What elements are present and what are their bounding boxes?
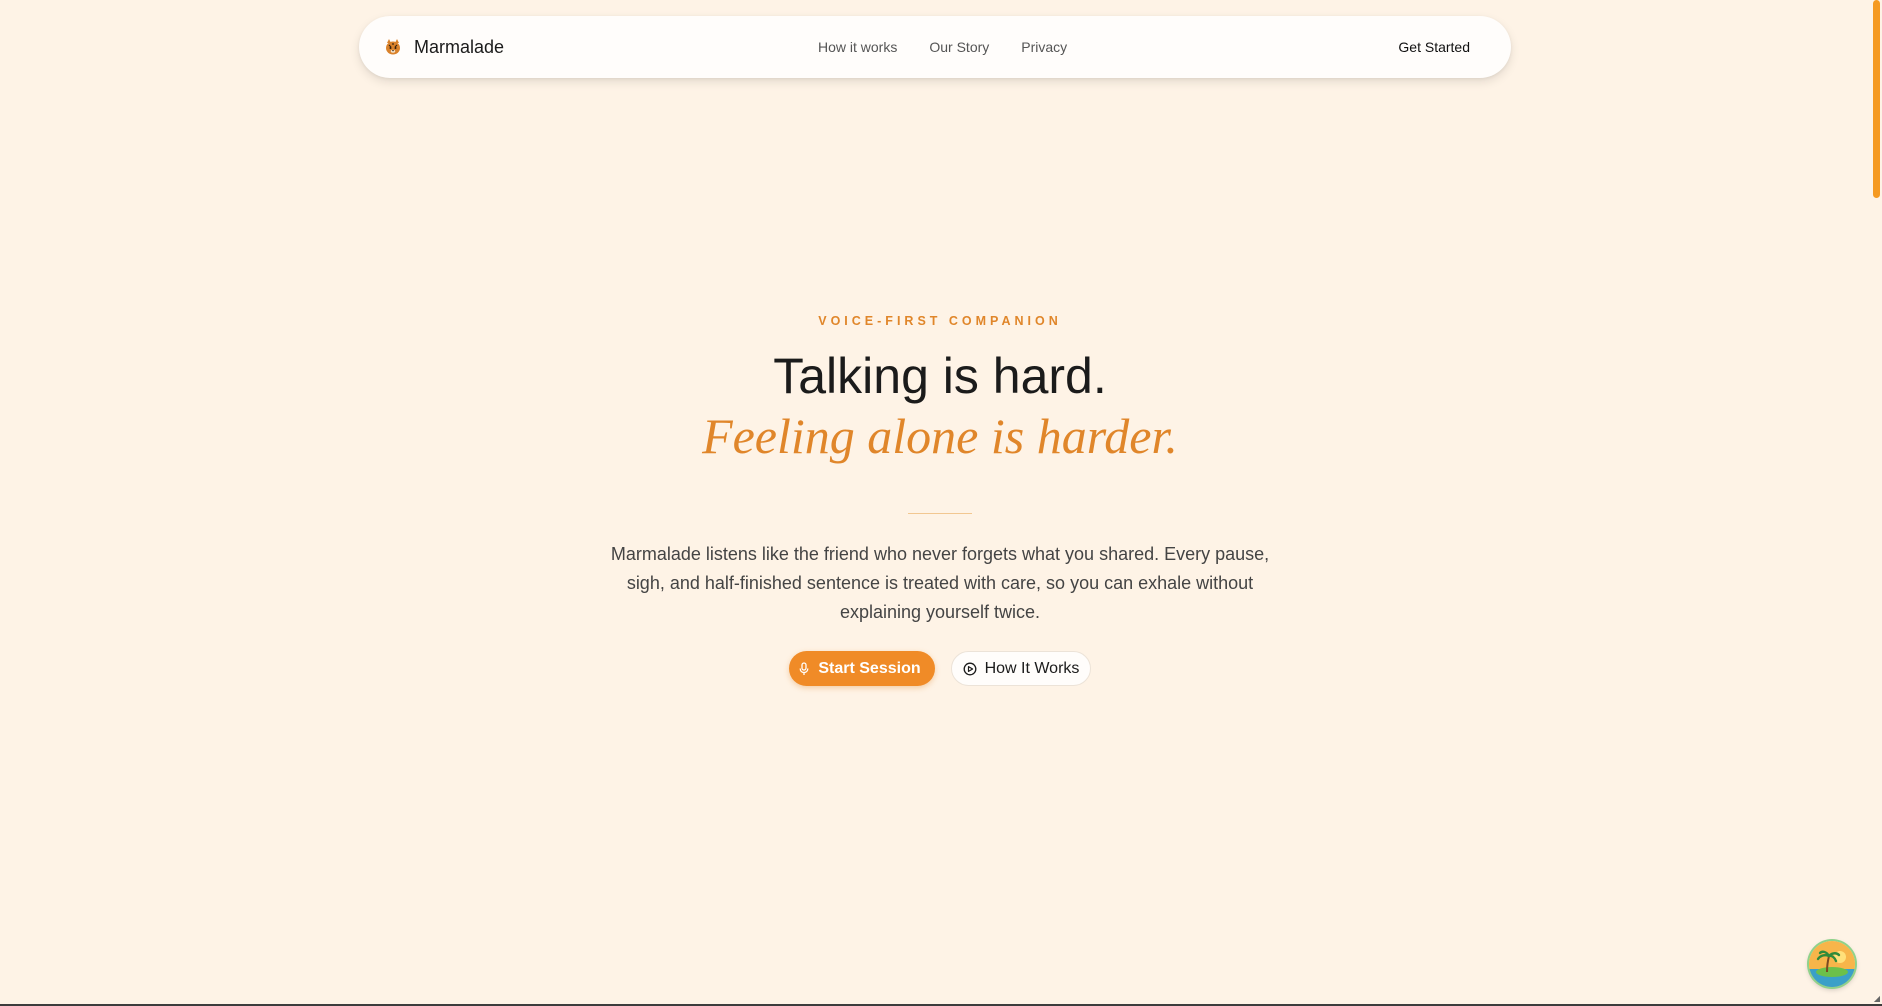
- scrollbar-thumb[interactable]: [1873, 0, 1880, 198]
- start-session-button[interactable]: Start Session: [789, 651, 935, 686]
- tiger-logo-icon: [384, 38, 402, 56]
- hero-subheadline: Feeling alone is harder.: [702, 408, 1178, 464]
- scrollbar[interactable]: [1870, 0, 1882, 1006]
- nav-link-our-story[interactable]: Our Story: [929, 39, 989, 55]
- page: Marmalade How it works Our Story Privacy…: [0, 0, 1882, 1006]
- top-navbar: Marmalade How it works Our Story Privacy…: [359, 16, 1511, 78]
- nav-link-privacy[interactable]: Privacy: [1021, 39, 1067, 55]
- nav-link-how-it-works[interactable]: How it works: [818, 39, 897, 55]
- play-circle-icon: [963, 662, 977, 676]
- hero-divider: [908, 513, 972, 514]
- get-started-button[interactable]: Get Started: [1398, 16, 1470, 78]
- floating-widget-button[interactable]: [1809, 941, 1855, 987]
- microphone-icon: [799, 661, 809, 676]
- how-it-works-button[interactable]: How It Works: [951, 651, 1091, 686]
- hero-headline: Talking is hard.: [773, 348, 1107, 404]
- how-it-works-label: How It Works: [984, 659, 1080, 677]
- brand-name: Marmalade: [414, 36, 505, 57]
- island-palm-icon: [1809, 941, 1855, 987]
- hero-description: Marmalade listens like the friend who ne…: [610, 544, 1270, 622]
- brand[interactable]: Marmalade: [384, 16, 504, 78]
- start-session-label: Start Session: [818, 659, 921, 677]
- resize-corner-icon: ◢: [1873, 994, 1880, 1003]
- hero-eyebrow: VOICE-FIRST COMPANION: [818, 314, 1062, 328]
- nav-links: How it works Our Story Privacy: [818, 16, 1067, 78]
